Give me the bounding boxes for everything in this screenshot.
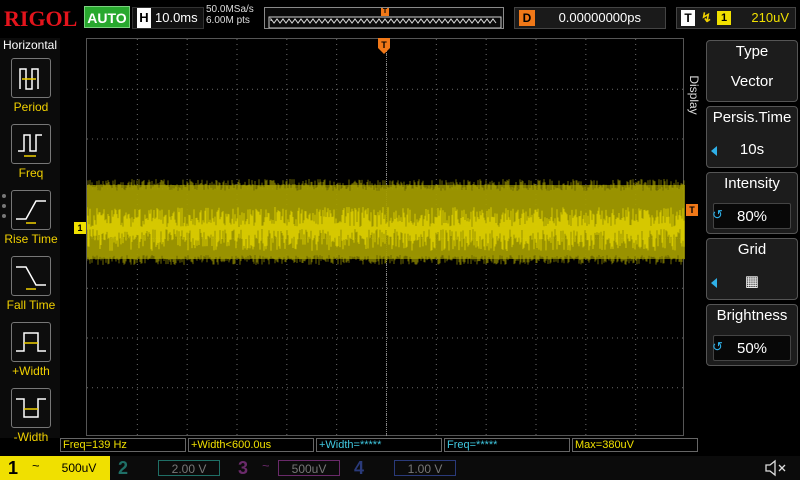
measure-fall-time-button[interactable]: Fall Time — [0, 252, 62, 314]
freq-icon — [11, 124, 51, 164]
ch1-waveform — [87, 179, 685, 265]
type-title: Type — [735, 43, 769, 60]
measurement-freq[interactable]: Freq=139 Hz — [60, 438, 186, 452]
status-bar: RIGOL AUTO H 10.0ms 50.0MSa/s 6.00M pts T… — [0, 0, 800, 36]
channel-3-scale: 500uV — [278, 460, 340, 476]
rise-time-icon — [11, 190, 51, 230]
acquisition-info: 50.0MSa/s 6.00M pts — [206, 4, 262, 26]
channel-1-scale: 500uV — [48, 460, 110, 476]
grid-type-icon: ▦ — [744, 273, 760, 290]
period-icon — [11, 58, 51, 98]
rigol-logo: RIGOL — [4, 6, 78, 31]
grid-button[interactable]: Grid ▦ — [706, 238, 798, 300]
positive-width-icon — [11, 322, 51, 362]
channel-4-number: 4 — [354, 458, 365, 478]
trigger-position-label: T — [381, 40, 387, 50]
channel-2-number: 2 — [118, 458, 129, 478]
horizontal-measure-menu: Horizontal Period Freq Rise Time Fall Ti… — [0, 38, 62, 444]
measure-negative-width-button[interactable]: -Width — [0, 384, 62, 446]
freq-label: Freq — [18, 166, 44, 180]
measure-freq-button[interactable]: Freq — [0, 120, 62, 182]
measure-positive-width-button[interactable]: +Width — [0, 318, 62, 380]
brightness-title: Brightness — [716, 307, 788, 324]
trigger-level: 210uV — [751, 10, 789, 25]
channel-3[interactable]: 3 ~ 500uV — [230, 456, 350, 480]
intensity-value: 80% — [713, 203, 791, 229]
fall-time-icon — [11, 256, 51, 296]
knob-icon: ↺ — [712, 207, 723, 222]
trigger-letter: T — [681, 10, 695, 26]
measurement-positive-width[interactable]: +Width<600.0us — [188, 438, 314, 452]
trigger-position-marker[interactable]: T — [378, 38, 390, 56]
channel-1-coupling: ~ — [32, 458, 40, 473]
channel-2-scale: 2.00 V — [158, 460, 220, 476]
channel-bar: 1 ~ 500uV 2 2.00 V 3 ~ 500uV 4 1.00 V — [0, 456, 800, 480]
positive-width-label: +Width — [12, 364, 50, 378]
horizontal-timebase[interactable]: H 10.0ms — [132, 7, 204, 29]
persistence-value: 10s — [739, 141, 765, 158]
intensity-title: Intensity — [724, 175, 780, 192]
negative-width-label: -Width — [13, 430, 49, 444]
knob-icon: ↺ — [712, 339, 723, 354]
ch1-offset-marker[interactable]: 1 — [74, 222, 86, 234]
persistence-title: Persis.Time — [712, 109, 792, 126]
measure-period-button[interactable]: Period — [0, 54, 62, 116]
waveform-display[interactable] — [86, 38, 685, 436]
channel-1-number: 1 — [8, 458, 19, 478]
measurement-freq-2[interactable]: Freq=***** — [444, 438, 570, 452]
trigger-box[interactable]: T ↯ 1 210uV — [676, 7, 796, 29]
channel-3-number: 3 — [238, 458, 249, 478]
run-status-button[interactable]: AUTO — [84, 6, 130, 28]
channel-4[interactable]: 4 1.00 V — [346, 456, 466, 480]
measurement-positive-width-2[interactable]: +Width=***** — [316, 438, 442, 452]
rise-time-label: Rise Time — [4, 232, 58, 246]
channel-3-coupling: ~ — [262, 458, 270, 473]
persistence-time-button[interactable]: Persis.Time 10s — [706, 106, 798, 168]
delay-box[interactable]: D 0.00000000ps — [514, 7, 666, 29]
channel-1[interactable]: 1 ~ 500uV — [0, 456, 110, 480]
fall-time-label: Fall Time — [6, 298, 56, 312]
brightness-value: 50% — [713, 335, 791, 361]
horizontal-letter: H — [137, 8, 151, 28]
menu-title: Horizontal — [2, 38, 58, 52]
speaker-muted-icon[interactable] — [760, 458, 790, 478]
negative-width-icon — [11, 388, 51, 428]
measure-rise-time-button[interactable]: Rise Time — [0, 186, 62, 248]
measurement-max[interactable]: Max=380uV — [572, 438, 698, 452]
trigger-edge-icon: ↯ — [701, 10, 712, 25]
channel-4-scale: 1.00 V — [394, 460, 456, 476]
trigger-source: 1 — [717, 11, 731, 25]
grid-title: Grid — [737, 241, 767, 258]
display-type-button[interactable]: Type Vector — [706, 40, 798, 102]
delay-value: 0.00000000ps — [558, 10, 641, 25]
brightness-button[interactable]: Brightness 50% ↺ — [706, 304, 798, 366]
display-side-label: Display — [687, 75, 701, 115]
period-label: Period — [13, 100, 49, 114]
display-menu-label: Display — [687, 58, 704, 138]
memory-overview[interactable]: T — [264, 7, 504, 29]
sample-rate: 50.0MSa/s — [206, 4, 254, 15]
timebase-value: 10.0ms — [155, 10, 198, 25]
type-value: Vector — [730, 73, 774, 90]
channel-2[interactable]: 2 2.00 V — [110, 456, 230, 480]
display-menu: Display Type Vector Persis.Time 10s Inte… — [687, 38, 800, 438]
memory-depth: 6.00M pts — [206, 15, 250, 26]
intensity-button[interactable]: Intensity 80% ↺ — [706, 172, 798, 234]
measurement-bar: Freq=139 Hz +Width<600.0us +Width=***** … — [60, 438, 700, 454]
delay-letter: D — [519, 10, 535, 26]
memory-trigger-marker: T — [381, 8, 389, 16]
